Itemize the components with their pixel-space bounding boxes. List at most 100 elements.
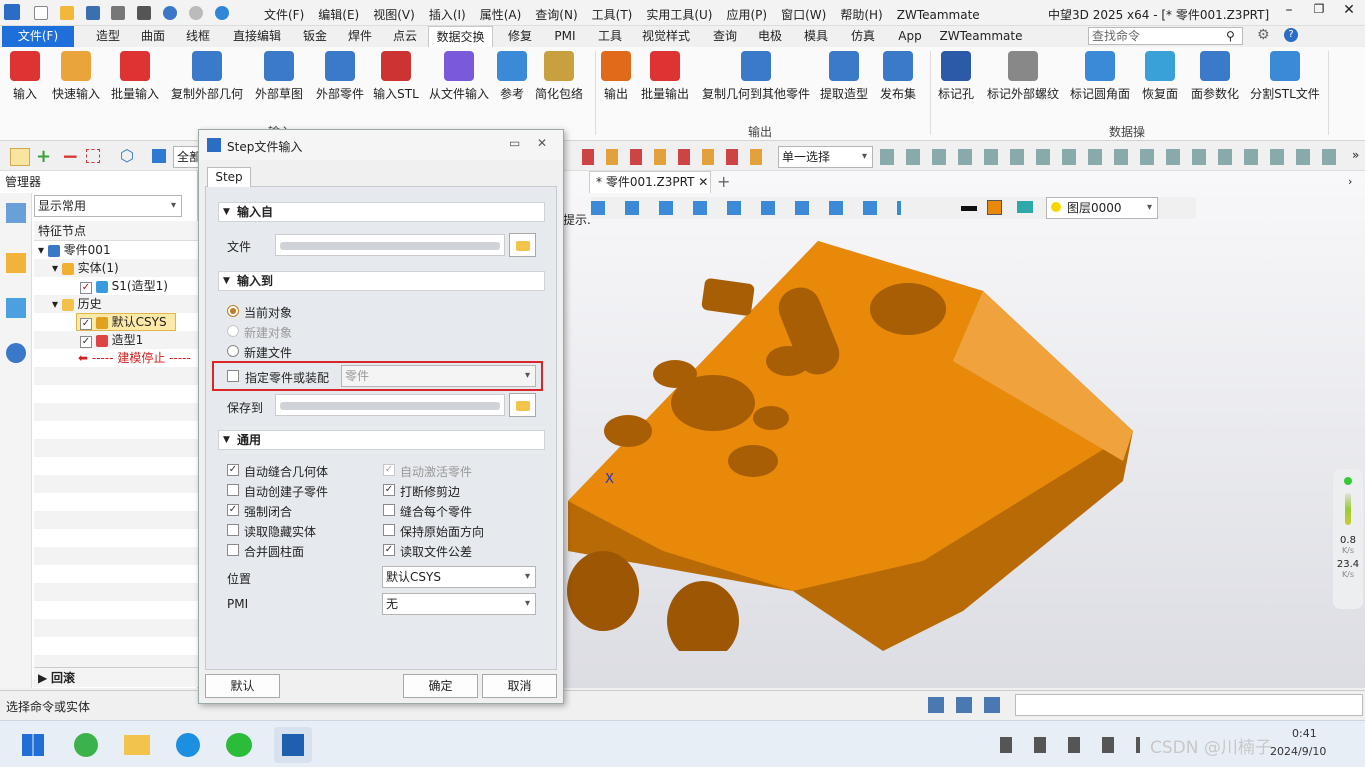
ribbon-button[interactable]: 提取造型 [818, 51, 870, 102]
ribbon-tab[interactable]: 视觉样式 [636, 26, 696, 47]
opt-break-trim[interactable]: ✓ [383, 484, 395, 496]
ribbon-button[interactable]: 简化包络 [534, 51, 584, 102]
opt-auto-stitch[interactable]: ✓ [227, 464, 239, 476]
maximize-button[interactable]: ❐ [1308, 2, 1330, 22]
opt-auto-subpart[interactable] [227, 484, 239, 496]
dialog-help-icon[interactable]: ▭ [509, 136, 520, 150]
3d-viewport[interactable]: * 零件001.Z3PRT ✕ + › 图层0000 提示. X 0.8 K/s… [563, 171, 1365, 688]
tree-row[interactable]: ▾ 实体(1) [52, 260, 119, 276]
ribbon-button[interactable]: 复制外部几何 [168, 51, 246, 102]
ribbon-button[interactable]: 发布集 [878, 51, 918, 102]
minimize-button[interactable]: – [1278, 2, 1300, 22]
menu-item[interactable]: 插入(I) [429, 8, 466, 22]
search-icon[interactable]: ⚲ [1226, 29, 1235, 43]
ribbon-button[interactable]: 输入 [10, 51, 40, 102]
opt-read-hidden[interactable] [227, 524, 239, 536]
default-button[interactable]: 默认 [205, 674, 280, 698]
opt-merge-cylinder[interactable] [227, 544, 239, 556]
opt-force-close[interactable]: ✓ [227, 504, 239, 516]
rollback-section[interactable]: ▶ 回滚 [34, 667, 198, 687]
position-dropdown[interactable]: 默认CSYS [382, 566, 536, 588]
radio-current-object[interactable] [227, 305, 239, 317]
ribbon-button[interactable]: 外部草图 [252, 51, 306, 102]
ribbon-tab[interactable]: 曲面 [133, 26, 173, 47]
specify-part-checkbox[interactable] [227, 370, 239, 382]
orange-swatch-icon[interactable] [987, 200, 1002, 215]
print-icon[interactable] [111, 5, 126, 20]
view-icons[interactable] [591, 201, 901, 215]
explorer-icon[interactable] [124, 735, 150, 755]
new-file-icon[interactable] [34, 5, 48, 20]
radio-new-file[interactable] [227, 345, 239, 357]
ribbon-tab[interactable]: 直接编辑 [227, 26, 287, 47]
ribbon-tab[interactable]: 数据交换 [428, 26, 493, 47]
add-icon[interactable]: + [36, 146, 51, 167]
menu-item[interactable]: 查询(N) [535, 8, 577, 22]
display-filter-dropdown[interactable]: 显示常用 [34, 195, 182, 217]
hexagon-icon[interactable]: ⬡ [120, 146, 134, 165]
layer-icon[interactable] [1017, 201, 1033, 213]
part-model[interactable]: X [563, 231, 1163, 651]
part-view-icon[interactable] [6, 253, 26, 273]
tab-step[interactable]: Step [207, 167, 251, 187]
ribbon-tab[interactable]: 仿真 [843, 26, 883, 47]
ribbon-tab[interactable]: 文件(F) [2, 26, 74, 47]
ribbon-tab[interactable]: PMI [545, 26, 585, 47]
redo-icon[interactable] [188, 5, 203, 20]
tree-row-selected[interactable]: ✓ 默认CSYS [76, 313, 176, 331]
search-input[interactable]: 查找命令 [1088, 27, 1243, 45]
filter-icon[interactable] [152, 149, 166, 163]
black-swatch-icon[interactable] [961, 206, 977, 211]
pmi-dropdown[interactable]: 无 [382, 593, 536, 615]
ribbon-tab[interactable]: 线框 [178, 26, 218, 47]
tree-row[interactable]: ▾ 历史 [52, 296, 102, 312]
command-line-input[interactable] [1015, 694, 1363, 716]
tab-scroll-icon[interactable]: › [1348, 175, 1352, 188]
ribbon-button[interactable]: 批量输入 [108, 51, 162, 102]
doc-tab[interactable]: * 零件001.Z3PRT ✕ [589, 171, 711, 193]
ribbon-button[interactable]: 快速输入 [50, 51, 102, 102]
ribbon-button[interactable]: 从文件输入 [426, 51, 492, 102]
menu-item[interactable]: 帮助(H) [840, 8, 882, 22]
select-mode-dropdown[interactable]: 单一选择 [778, 146, 873, 168]
edge-icon[interactable] [176, 733, 200, 757]
select-arrow-icon[interactable] [10, 148, 30, 166]
print-preview-icon[interactable] [137, 5, 152, 20]
history-icon[interactable] [6, 298, 26, 318]
ribbon-tab[interactable]: 造型 [88, 26, 128, 47]
cancel-button[interactable]: 取消 [482, 674, 557, 698]
opt-read-tolerance[interactable]: ✓ [383, 544, 395, 556]
ribbon-button[interactable]: 复制几何到其他零件 [700, 51, 812, 102]
tray-icons[interactable] [1000, 737, 1140, 753]
close-button[interactable]: ✕ [1338, 2, 1360, 22]
ribbon-button[interactable]: 标记孔 [936, 51, 976, 102]
zw3d-taskbar-icon[interactable] [274, 727, 312, 763]
snap-icons[interactable] [582, 149, 772, 165]
ribbon-tab[interactable]: 焊件 [340, 26, 380, 47]
status-icons[interactable] [928, 697, 1008, 713]
ribbon-button[interactable]: 批量输出 [638, 51, 692, 102]
menu-item[interactable]: 编辑(E) [318, 8, 359, 22]
dialog-close-icon[interactable]: ✕ [537, 136, 547, 150]
ribbon-button[interactable]: 面参数化 [1190, 51, 1240, 102]
section-input-from[interactable]: 输入自 [218, 202, 545, 222]
user-icon[interactable] [6, 343, 26, 363]
close-tab-icon[interactable]: ✕ [698, 175, 708, 189]
ribbon-button[interactable]: 参考 [495, 51, 529, 102]
tree-row[interactable]: ✓ 造型1 [80, 332, 143, 348]
save-icon[interactable] [85, 5, 100, 20]
file-path-field[interactable] [275, 234, 505, 256]
ribbon-button[interactable]: 输入STL [372, 51, 420, 102]
menu-item[interactable]: 视图(V) [373, 8, 415, 22]
assembly-tree-icon[interactable] [6, 203, 26, 223]
box-select-icon[interactable] [86, 149, 100, 163]
help-icon[interactable]: ? [1284, 28, 1298, 42]
layer-dropdown[interactable]: 图层0000 [1046, 197, 1158, 219]
ribbon-tab[interactable]: 修复 [500, 26, 540, 47]
menu-item[interactable]: 实用工具(U) [646, 8, 712, 22]
tree-row[interactable]: ✓ S1(造型1) [80, 278, 168, 294]
menu-item[interactable]: 工具(T) [592, 8, 633, 22]
ribbon-button[interactable]: 标记外部螺纹 [985, 51, 1061, 102]
remove-icon[interactable]: − [62, 144, 79, 168]
menu-item[interactable]: 属性(A) [480, 8, 522, 22]
